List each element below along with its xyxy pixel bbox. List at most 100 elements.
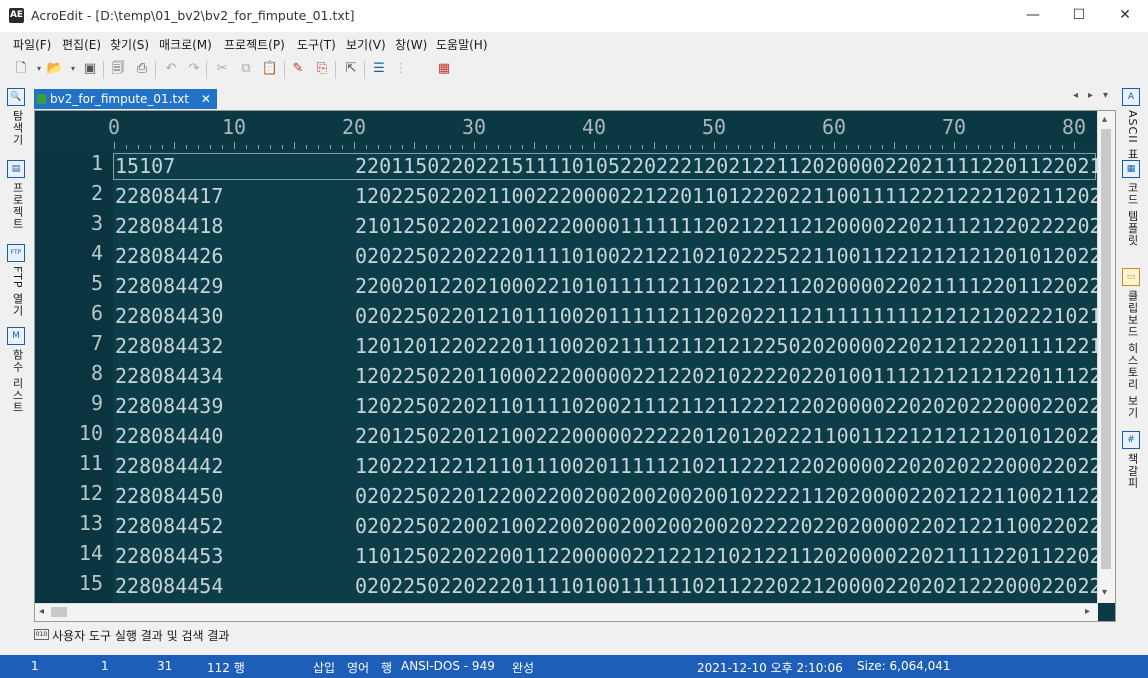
status-line: 1 — [31, 659, 39, 673]
text-line[interactable]: 228084434 120225022011000222000002212202… — [113, 361, 1098, 391]
ruler-label: 70 — [942, 115, 967, 139]
scroll-right-icon[interactable]: ▸ — [1085, 606, 1090, 617]
text-line[interactable]: 228084453 110125022022001122000002212212… — [113, 541, 1098, 571]
vertical-scroll-thumb[interactable] — [1101, 129, 1111, 569]
text-line[interactable]: 228084439 120225022021101111020021112112… — [113, 391, 1098, 421]
sidebar-tab-clipboard[interactable]: ▭ 클립보드 히스토리 보기 — [1122, 268, 1142, 419]
output-panel-label[interactable]: 사용자 도구 실행 결과 및 검색 결과 — [52, 627, 229, 644]
scroll-down-icon[interactable]: ▾ — [1102, 587, 1107, 598]
ruler-tick — [510, 145, 511, 149]
text-line[interactable]: 228084432 120120122022201110020211112112… — [113, 331, 1098, 361]
list-icon[interactable]: ☰ — [370, 60, 388, 78]
text-line[interactable]: 228084430 020225022012101110020111112112… — [113, 301, 1098, 331]
text-line[interactable]: 228084429 220020122021000221010111112112… — [113, 271, 1098, 301]
sidebar-tab-functions[interactable]: M 함수 리스트 — [7, 327, 27, 414]
text-line[interactable]: 228084418 210125022022100222000011111112… — [113, 211, 1098, 241]
grid-icon[interactable]: ▦ — [435, 60, 453, 78]
close-button[interactable]: ✕ — [1102, 0, 1148, 32]
tab-label: bv2_for_fimpute_01.txt — [50, 92, 190, 106]
tab-document[interactable]: bv2_for_fimpute_01.txt ✕ — [34, 89, 217, 109]
editor[interactable]: 0 10 20 30 40 50 60 70 80 1 2 3 4 5 6 7 … — [34, 110, 1116, 622]
open-folder-icon[interactable]: 📂 — [46, 60, 64, 78]
genotype-string: 1201201220222011100202111121121212250202… — [355, 334, 1098, 358]
output-panel-icon: 010 — [34, 629, 49, 640]
minimize-button[interactable]: — — [1010, 0, 1056, 32]
open-dropdown-icon[interactable]: ▾ — [64, 60, 82, 78]
ruler-tick — [882, 145, 883, 149]
toolbar-separator — [284, 61, 285, 79]
text-line[interactable]: 228084426 020225022022201111010022122102… — [113, 241, 1098, 271]
paste-icon[interactable]: 📋 — [261, 60, 279, 78]
status-input-language[interactable]: 영어 — [347, 659, 369, 676]
text-line[interactable]: 228084452 020225022002100220020020020020… — [113, 511, 1098, 541]
line-number: 12 — [78, 481, 103, 505]
vertical-scrollbar[interactable]: ▴ ▾ — [1097, 111, 1115, 603]
text-line[interactable]: 228084440 220125022012100222000002222201… — [113, 421, 1098, 451]
sidebar-tab-ascii[interactable]: A ASCII 표 — [1122, 88, 1142, 160]
menu-view[interactable]: 보기(V) — [346, 36, 386, 53]
menu-help[interactable]: 도움말(H) — [436, 36, 488, 53]
ruler-tick — [774, 142, 775, 149]
bookmark-icon[interactable]: ⎘ — [313, 60, 331, 78]
ruler-tick — [582, 145, 583, 149]
tab-close-icon[interactable]: ✕ — [201, 89, 211, 109]
text-line[interactable]: 228084417 120225022021100222000022122011… — [113, 181, 1098, 211]
ruler-tick — [822, 145, 823, 149]
folder-icon: ▤ — [7, 160, 25, 178]
text-line[interactable]: 228084450 020225022012200220020020020020… — [113, 481, 1098, 511]
horizontal-scroll-thumb[interactable] — [51, 607, 67, 617]
marker-icon[interactable]: ✎ — [289, 60, 307, 78]
line-number: 7 — [90, 331, 103, 355]
new-file-icon[interactable]: 🗋 — [12, 60, 30, 78]
copy-icon[interactable]: ⧉ — [237, 60, 255, 78]
toolbar-separator — [103, 61, 104, 79]
cut-icon[interactable]: ✂ — [213, 60, 231, 78]
save-icon[interactable]: ▣ — [81, 60, 99, 78]
animal-id: 228084450 — [115, 484, 224, 508]
tab-scroll-left-icon[interactable]: ◂ — [1073, 90, 1078, 101]
export-icon[interactable]: ⇱ — [342, 60, 360, 78]
ruler-tick — [810, 145, 811, 149]
menu-macro[interactable]: 매크로(M) — [159, 36, 212, 53]
sidebar-tab-explorer[interactable]: 🔍 탐색기 — [7, 88, 27, 146]
text-line[interactable]: 228084442 120222122121101110020111112102… — [113, 451, 1098, 481]
ruler-tick — [174, 142, 175, 149]
ruler-label: 20 — [342, 115, 367, 139]
menu-edit[interactable]: 편집(E) — [62, 36, 101, 53]
menu-bar: 파일(F) 편집(E) 찾기(S) 매크로(M) 프로젝트(P) 도구(T) 보… — [0, 33, 1148, 55]
sidebar-tab-bookmarks[interactable]: # 책갈피 — [1122, 431, 1142, 489]
menu-tools[interactable]: 도구(T) — [297, 36, 336, 53]
ruler-tick — [678, 145, 679, 149]
horizontal-scrollbar[interactable]: ◂ ▸ — [35, 603, 1098, 621]
ruler-tick — [942, 145, 943, 149]
text-area[interactable]: 15107 2201150220221511110105220222120212… — [113, 151, 1098, 603]
sidebar-tab-ftp[interactable]: FTP FTP 열기 — [7, 244, 27, 317]
print-icon[interactable]: ⎙ — [133, 60, 151, 78]
ruler-tick — [954, 142, 955, 149]
ruler-tick — [1062, 145, 1063, 149]
scroll-left-icon[interactable]: ◂ — [39, 606, 44, 617]
ruler-tick — [858, 145, 859, 149]
tab-scroll-right-icon[interactable]: ▸ — [1088, 90, 1093, 101]
ruler-tick — [894, 142, 895, 149]
menu-file[interactable]: 파일(F) — [13, 36, 51, 53]
redo-icon[interactable]: ↷ — [185, 60, 203, 78]
menu-window[interactable]: 창(W) — [395, 36, 427, 53]
animal-id: 228084429 — [115, 274, 224, 298]
tab-list-icon[interactable]: ▾ — [1103, 90, 1108, 101]
print-preview-icon[interactable]: 🗐 — [109, 60, 127, 78]
ruler-label: 10 — [222, 115, 247, 139]
text-line[interactable]: 15107 2201150220221511110105220222120212… — [113, 151, 1098, 181]
status-insert-mode[interactable]: 삽입 — [313, 659, 335, 676]
status-encoding[interactable]: ANSI-DOS - 949 — [401, 659, 495, 673]
text-line[interactable]: 228084454 020225022022201111010011111102… — [113, 571, 1098, 601]
maximize-button[interactable]: ☐ — [1056, 0, 1102, 32]
scroll-up-icon[interactable]: ▴ — [1102, 114, 1107, 125]
sidebar-tab-project[interactable]: ▤ 프로젝트 — [7, 160, 27, 230]
menu-project[interactable]: 프로젝트(P) — [224, 36, 285, 53]
sidebar-tab-code-template[interactable]: ▦ 코드 템플릿 — [1122, 160, 1142, 247]
status-row-mode[interactable]: 행 — [381, 659, 392, 676]
ruler-tick — [198, 145, 199, 149]
undo-icon[interactable]: ↶ — [162, 60, 180, 78]
menu-search[interactable]: 찾기(S) — [110, 36, 149, 53]
